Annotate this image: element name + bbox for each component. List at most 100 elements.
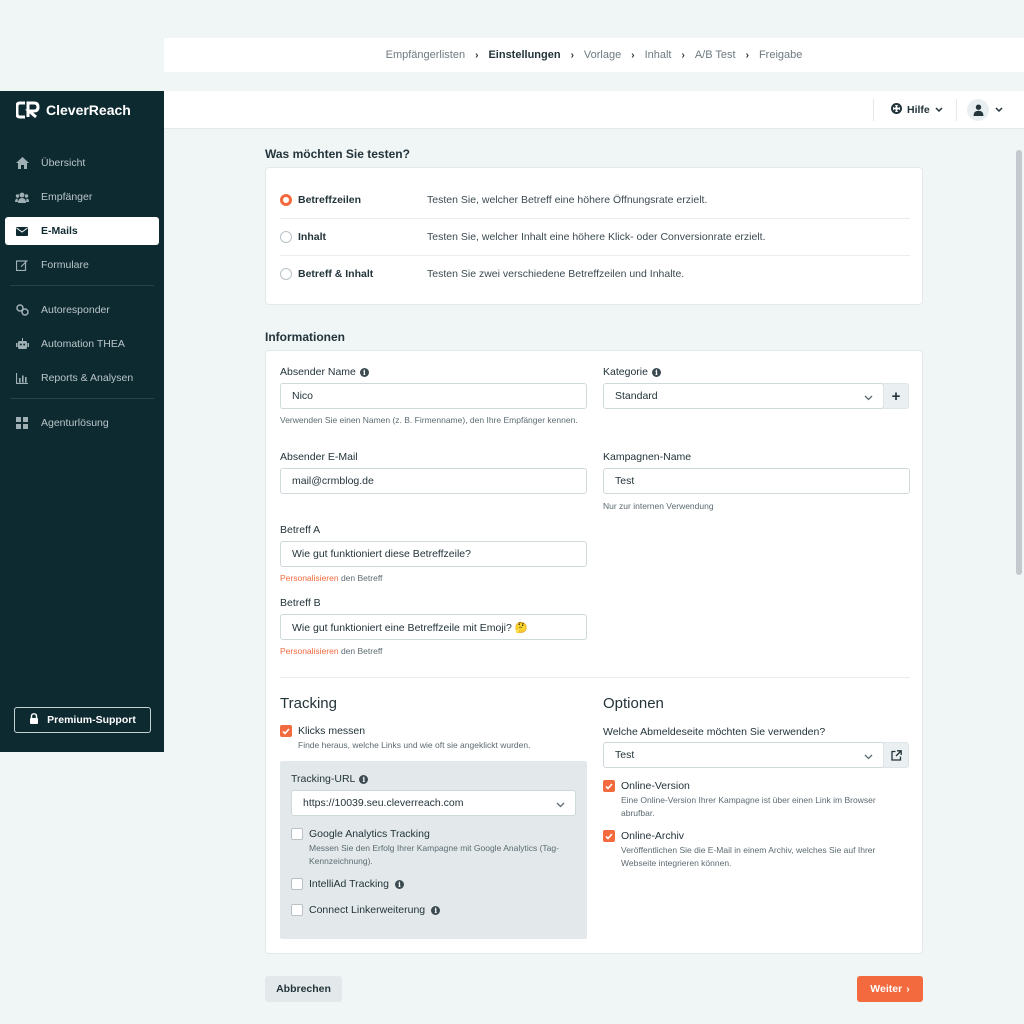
subject-b-input[interactable]: Wie gut funktioniert eine Betreffzeile m… xyxy=(280,614,587,640)
google-analytics-checkbox-row[interactable]: Google Analytics Tracking xyxy=(291,828,430,840)
online-version-help: Eine Online-Version Ihrer Kampagne ist ü… xyxy=(621,795,876,818)
radio-button[interactable] xyxy=(280,193,292,206)
online-archive-label: Online-Archiv xyxy=(621,830,685,842)
breadcrumb-einstellungen[interactable]: Einstellungen xyxy=(488,49,560,61)
category-select[interactable]: Standard xyxy=(603,383,884,409)
info-icon[interactable]: i xyxy=(359,774,369,784)
tracking-url-value: https://10039.seu.cleverreach.com xyxy=(303,797,464,809)
sidebar-divider xyxy=(10,285,154,286)
linker-checkbox-row[interactable]: Connect Linkerweiterung i xyxy=(291,904,441,916)
sender-name-input[interactable]: Nico xyxy=(280,383,587,409)
unsubscribe-select[interactable]: Test xyxy=(603,742,884,768)
sidebar-item-label: E-Mails xyxy=(41,225,78,237)
logo[interactable]: CleverReach xyxy=(16,101,131,119)
clicks-checkbox-row[interactable]: Klicks messen xyxy=(280,725,365,737)
radio-option-label: Inhalt xyxy=(298,230,326,243)
sidebar-item-label: Übersicht xyxy=(41,157,86,169)
info-section-title: Informationen xyxy=(265,330,345,344)
sidebar-item-label: Reports & Analysen xyxy=(41,372,134,384)
unsubscribe-value: Test xyxy=(615,749,635,761)
subject-b-value: Wie gut funktioniert eine Betreffzeile m… xyxy=(292,621,528,634)
personalize-link[interactable]: Personalisieren xyxy=(280,646,339,656)
checkbox[interactable] xyxy=(291,878,303,890)
breadcrumb-freigabe[interactable]: Freigabe xyxy=(759,49,802,61)
sidebar-item-emails[interactable]: E-Mails xyxy=(5,217,159,245)
sidebar-nav: Übersicht Empfänger E-Mails Formulare Au… xyxy=(0,149,164,443)
sidebar-item-uebersicht[interactable]: Übersicht xyxy=(5,149,159,177)
unsubscribe-label: Welche Abmeldeseite möchten Sie verwende… xyxy=(603,726,826,738)
sidebar-item-automation-thea[interactable]: Automation THEA xyxy=(5,330,159,358)
tracking-title: Tracking xyxy=(280,695,337,712)
edit-icon xyxy=(15,258,29,272)
add-category-button[interactable]: + xyxy=(883,383,909,409)
info-icon[interactable]: i xyxy=(394,879,404,889)
campaign-name-input[interactable]: Test xyxy=(603,468,910,494)
sidebar-item-label: Agenturlösung xyxy=(41,417,109,429)
sidebar: CleverReach Übersicht Empfänger E-Mails … xyxy=(0,91,164,752)
subject-b-help: Personalisieren den Betreff xyxy=(280,645,382,658)
intelliad-checkbox-row[interactable]: IntelliAd Tracking i xyxy=(291,878,404,890)
sidebar-item-agenturloesung[interactable]: Agenturlösung xyxy=(5,409,159,437)
clicks-help: Finde heraus, welche Links und wie oft s… xyxy=(298,740,531,750)
checkbox[interactable] xyxy=(291,828,303,840)
sender-email-input[interactable]: mail@crmblog.de xyxy=(280,468,587,494)
grid-icon xyxy=(15,416,29,430)
premium-support-button[interactable]: Premium-Support xyxy=(14,707,151,733)
breadcrumb-ab-test[interactable]: A/B Test xyxy=(695,49,736,61)
personalize-link[interactable]: Personalisieren xyxy=(280,573,339,583)
info-icon[interactable]: i xyxy=(359,367,369,377)
sidebar-item-label: Empfänger xyxy=(41,191,93,203)
tracking-url-panel: Tracking-URL i https://10039.seu.cleverr… xyxy=(280,761,587,939)
checkbox[interactable] xyxy=(291,904,303,916)
sidebar-item-reports[interactable]: Reports & Analysen xyxy=(5,364,159,392)
radio-button[interactable] xyxy=(280,267,292,280)
chevron-right-icon: › xyxy=(681,49,685,61)
tracking-url-label: Tracking-URL i xyxy=(291,773,369,785)
checkbox-checked[interactable] xyxy=(603,830,615,842)
radio-option-label: Betreffzeilen xyxy=(298,193,362,206)
next-button[interactable]: Weiter › xyxy=(857,976,923,1002)
checkbox-checked[interactable] xyxy=(603,780,615,792)
breadcrumb-inhalt[interactable]: Inhalt xyxy=(645,49,672,61)
tracking-url-select[interactable]: https://10039.seu.cleverreach.com xyxy=(291,790,576,816)
breadcrumb-vorlage[interactable]: Vorlage xyxy=(584,49,621,61)
radio-option-betreffzeilen[interactable]: Betreffzeilen Testen Sie, welcher Betref… xyxy=(280,181,910,218)
online-archive-checkbox-row[interactable]: Online-Archiv xyxy=(603,830,684,842)
breadcrumb-empfaengerlisten[interactable]: Empfängerlisten xyxy=(386,49,466,61)
scrollbar-thumb[interactable] xyxy=(1016,150,1022,575)
radio-option-inhalt[interactable]: Inhalt Testen Sie, welcher Inhalt eine h… xyxy=(280,218,910,255)
chevron-down-icon xyxy=(556,799,565,811)
sender-name-value: Nico xyxy=(292,390,314,402)
chart-icon xyxy=(15,371,29,385)
google-analytics-label: Google Analytics Tracking xyxy=(309,828,430,840)
chevron-right-icon: › xyxy=(631,49,635,61)
checkbox-checked[interactable] xyxy=(280,725,292,737)
radio-option-label: Betreff & Inhalt xyxy=(298,267,374,280)
chevron-down-icon xyxy=(864,392,873,404)
chevron-right-icon: › xyxy=(906,983,910,995)
personalize-text: den Betreff xyxy=(338,573,383,583)
user-icon xyxy=(973,104,983,116)
divider xyxy=(280,677,910,678)
user-menu[interactable] xyxy=(967,99,1003,121)
options-title: Optionen xyxy=(603,695,664,712)
subject-a-input[interactable]: Wie gut funktioniert diese Betreffzeile? xyxy=(280,541,587,567)
open-unsubscribe-page-button[interactable] xyxy=(883,742,909,768)
sidebar-item-formulare[interactable]: Formulare xyxy=(5,251,159,279)
radio-option-betreff-inhalt[interactable]: Betreff & Inhalt Testen Sie zwei verschi… xyxy=(280,255,910,292)
online-version-checkbox-row[interactable]: Online-Version xyxy=(603,780,690,792)
sidebar-item-autoresponder[interactable]: Autoresponder xyxy=(5,296,159,324)
info-icon[interactable]: i xyxy=(651,367,661,377)
plus-icon: + xyxy=(891,387,901,405)
online-archive-help: Veröffentlichen Sie die E-Mail in einem … xyxy=(621,845,876,868)
help-menu[interactable]: Hilfe xyxy=(891,103,943,117)
sidebar-item-label: Automation THEA xyxy=(41,338,125,350)
sidebar-item-empfaenger[interactable]: Empfänger xyxy=(5,183,159,211)
external-link-icon xyxy=(890,749,902,761)
campaign-name-value: Test xyxy=(615,475,635,487)
radio-button[interactable] xyxy=(280,230,292,243)
next-label: Weiter xyxy=(870,983,903,995)
subject-a-help: Personalisieren den Betreff xyxy=(280,572,382,585)
info-icon[interactable]: i xyxy=(431,905,441,915)
cancel-button[interactable]: Abbrechen xyxy=(265,976,342,1002)
